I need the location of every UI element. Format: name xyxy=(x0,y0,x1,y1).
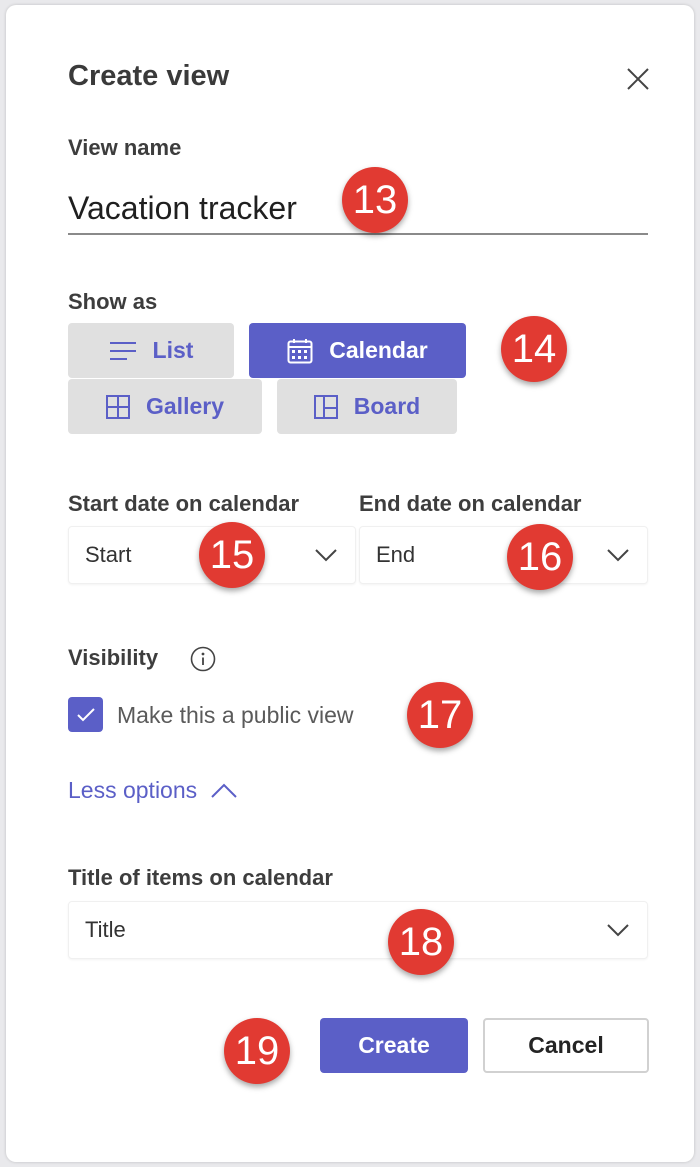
chevron-down-icon xyxy=(607,549,629,562)
board-icon xyxy=(313,394,338,419)
callout-badge: 15 xyxy=(199,522,265,588)
show-as-calendar-button[interactable]: Calendar xyxy=(249,323,466,378)
visibility-label: Visibility xyxy=(68,645,159,670)
less-options-label: Less options xyxy=(68,777,198,803)
gallery-icon xyxy=(106,394,130,419)
view-name-label: View name xyxy=(68,135,182,160)
cancel-button[interactable]: Cancel xyxy=(483,1018,649,1073)
start-date-label: Start date on calendar xyxy=(68,491,300,516)
callout-badge: 19 xyxy=(224,1018,290,1084)
title-items-value: Title xyxy=(85,917,126,942)
close-icon xyxy=(627,68,649,90)
end-date-dropdown[interactable]: End xyxy=(359,526,648,584)
show-as-gallery-label: Gallery xyxy=(146,393,224,419)
title-items-label: Title of items on calendar xyxy=(68,865,333,890)
title-items-dropdown[interactable]: Title xyxy=(68,901,648,959)
callout-badge: 18 xyxy=(388,909,454,975)
callout-badge: 17 xyxy=(407,682,473,748)
close-button[interactable] xyxy=(624,65,652,93)
create-button[interactable]: Create xyxy=(320,1018,468,1073)
show-as-label: Show as xyxy=(68,289,158,314)
public-view-label[interactable]: Make this a public view xyxy=(117,702,354,729)
show-as-calendar-label: Calendar xyxy=(329,337,428,363)
show-as-board-button[interactable]: Board xyxy=(277,379,457,434)
info-button[interactable] xyxy=(190,646,216,672)
dialog-title: Create view xyxy=(68,60,230,92)
chevron-down-icon xyxy=(315,549,337,562)
show-as-list-button[interactable]: List xyxy=(68,323,234,378)
callout-badge: 13 xyxy=(342,167,408,233)
show-as-board-label: Board xyxy=(353,393,421,419)
callout-badge: 14 xyxy=(501,316,567,382)
create-view-dialog: Create view View name Show as List Calen… xyxy=(6,5,694,1162)
start-date-value: Start xyxy=(85,542,132,567)
end-date-value: End xyxy=(376,542,416,567)
end-date-label: End date on calendar xyxy=(359,491,582,516)
callout-badge: 16 xyxy=(507,524,573,590)
info-icon xyxy=(190,646,216,672)
checkmark-icon xyxy=(76,707,95,721)
list-icon xyxy=(109,341,136,360)
calendar-icon xyxy=(287,338,313,363)
chevron-up-icon xyxy=(211,783,237,798)
chevron-down-icon xyxy=(607,924,629,937)
show-as-list-label: List xyxy=(152,337,194,363)
public-view-checkbox[interactable] xyxy=(68,697,103,732)
less-options-link[interactable]: Less options xyxy=(68,777,237,804)
show-as-gallery-button[interactable]: Gallery xyxy=(68,379,262,434)
